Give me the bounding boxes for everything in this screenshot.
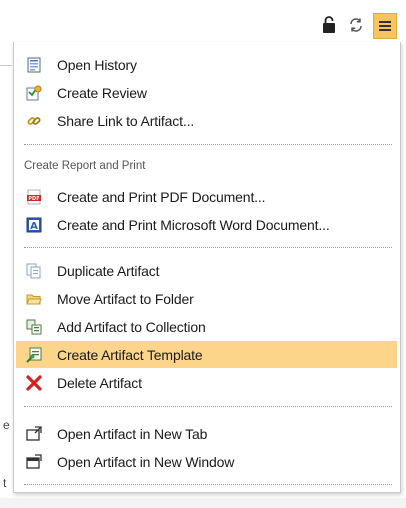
section-header-report: Create Report and Print	[24, 160, 146, 172]
menu-item-label: Add Artifact to Collection	[57, 318, 206, 335]
review-icon	[26, 85, 42, 101]
menu-item-open-new-tab[interactable]: Open Artifact in New Tab	[16, 420, 397, 447]
background-text-fragment: t	[3, 476, 7, 490]
hamburger-menu-icon	[379, 21, 391, 31]
new-window-icon	[26, 453, 42, 470]
hamburger-menu-button[interactable]	[373, 13, 397, 39]
sync-icon[interactable]	[345, 12, 367, 38]
menu-item-label: Create and Print PDF Document...	[57, 188, 266, 205]
menu-separator	[24, 406, 392, 407]
menu-item-label: Duplicate Artifact	[57, 262, 160, 279]
artifact-actions-menu: Open History Create Review Share Link to…	[13, 42, 401, 493]
background-footer	[0, 498, 406, 508]
pdf-icon: PDF	[26, 189, 42, 205]
menu-item-label: Create and Print Microsoft Word Document…	[57, 216, 330, 233]
top-toolbar	[0, 0, 406, 42]
menu-item-create-review[interactable]: Create Review	[16, 79, 397, 106]
menu-item-create-word[interactable]: A Create and Print Microsoft Word Docume…	[16, 211, 397, 238]
collection-icon	[26, 319, 42, 335]
svg-text:A: A	[30, 221, 38, 232]
menu-item-open-new-window[interactable]: Open Artifact in New Window	[16, 448, 397, 475]
menu-item-share-link[interactable]: Share Link to Artifact...	[16, 107, 397, 134]
menu-separator	[24, 484, 392, 485]
menu-item-create-pdf[interactable]: PDF Create and Print PDF Document...	[16, 183, 397, 210]
menu-item-move-to-folder[interactable]: Move Artifact to Folder	[16, 285, 397, 312]
delete-icon	[26, 374, 42, 391]
link-icon	[26, 113, 42, 129]
lock-icon[interactable]	[318, 12, 340, 38]
duplicate-icon	[26, 263, 42, 279]
menu-separator	[24, 247, 392, 248]
history-icon	[26, 57, 42, 73]
menu-item-delete-artifact[interactable]: Delete Artifact	[16, 369, 397, 396]
menu-item-label: Open Artifact in New Window	[57, 453, 235, 470]
menu-item-label: Share Link to Artifact...	[57, 112, 195, 129]
template-icon	[26, 347, 42, 363]
menu-item-duplicate-artifact[interactable]: Duplicate Artifact	[16, 257, 397, 284]
menu-item-label: Create Review	[57, 84, 147, 101]
background-text-fragment: e	[3, 418, 10, 432]
menu-item-label: Create Artifact Template	[57, 346, 203, 363]
menu-item-create-template[interactable]: Create Artifact Template	[16, 341, 397, 368]
menu-item-add-to-collection[interactable]: Add Artifact to Collection	[16, 313, 397, 340]
background-divider	[0, 65, 12, 66]
new-tab-icon	[26, 425, 42, 442]
menu-separator	[24, 144, 392, 145]
folder-icon	[26, 291, 42, 307]
menu-item-label: Move Artifact to Folder	[57, 290, 194, 307]
word-icon: A	[26, 217, 42, 233]
menu-item-label: Delete Artifact	[57, 374, 142, 391]
menu-item-open-history[interactable]: Open History	[16, 51, 397, 78]
menu-item-label: Open History	[57, 56, 137, 73]
menu-item-label: Open Artifact in New Tab	[57, 425, 208, 442]
svg-text:PDF: PDF	[28, 196, 39, 202]
